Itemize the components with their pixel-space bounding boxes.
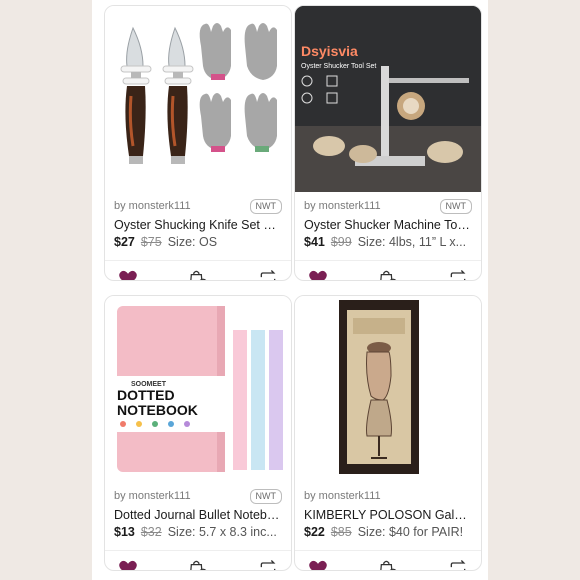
- original-price: $99: [330, 235, 352, 249]
- product-photo: [339, 300, 419, 474]
- listing-price: $13: [114, 525, 135, 539]
- share-loop-icon[interactable]: [257, 267, 279, 280]
- heart-icon[interactable]: [117, 267, 139, 280]
- share-loop-icon[interactable]: [257, 557, 279, 570]
- seller-name[interactable]: by monsterk111: [114, 490, 191, 502]
- subtitle-text: Oyster Shucker Tool Set: [301, 63, 376, 70]
- nwt-badge: NWT: [249, 198, 282, 214]
- listing-image-notebook[interactable]: SOOMEET DOTTED NOTEBOOK: [105, 296, 291, 482]
- product-photo: [120, 23, 277, 164]
- notebook-title-line1: DOTTED: [117, 387, 175, 403]
- listing-image-oyster-machine[interactable]: Dsyisvia Oyster Shucker Tool Set: [295, 6, 481, 192]
- heart-icon[interactable]: [307, 267, 329, 280]
- product-photo: SOOMEET DOTTED NOTEBOOK: [113, 306, 283, 472]
- listing-title[interactable]: KIMBERLY POLOSON Galerie...: [304, 508, 472, 525]
- shopping-bag-plus-icon[interactable]: [187, 557, 209, 570]
- listing-card[interactable]: by monsterk111 NWT Oyster Shucking Knife…: [104, 5, 292, 281]
- product-photo: Dsyisvia Oyster Shucker Tool Set: [295, 6, 481, 192]
- seller-name[interactable]: by monsterk111: [304, 490, 381, 502]
- original-price: $32: [140, 525, 162, 539]
- heart-icon[interactable]: [307, 557, 329, 570]
- heart-icon[interactable]: [117, 557, 139, 570]
- listing-price: $27: [114, 235, 135, 249]
- listing-image-framed-art[interactable]: [295, 296, 481, 482]
- listing-title[interactable]: Oyster Shucker Machine Tool...: [304, 218, 472, 235]
- seller-name[interactable]: by monsterk111: [114, 200, 191, 212]
- listing-size: Size: OS: [167, 235, 218, 249]
- shopping-bag-plus-icon[interactable]: [187, 267, 209, 280]
- share-loop-icon[interactable]: [447, 267, 469, 280]
- listing-price: $22: [304, 525, 325, 539]
- shopping-bag-plus-icon[interactable]: [377, 557, 399, 570]
- listing-size: Size: 4lbs, 11” L x...: [357, 235, 467, 249]
- listing-image-knives-gloves[interactable]: [105, 6, 291, 192]
- nwt-badge: NWT: [249, 488, 282, 504]
- listing-card[interactable]: by monsterk111 KIMBERLY POLOSON Galerie.…: [294, 295, 482, 571]
- brand-text: Dsyisvia: [301, 43, 358, 59]
- original-price: $85: [330, 525, 352, 539]
- listing-title[interactable]: Oyster Shucking Knife Set of 2: [114, 218, 282, 235]
- notebook-title-line2: NOTEBOOK: [117, 402, 198, 418]
- listing-title[interactable]: Dotted Journal Bullet Notebo...: [114, 508, 282, 525]
- original-price: $75: [140, 235, 162, 249]
- seller-name[interactable]: by monsterk111: [304, 200, 381, 212]
- nwt-badge: NWT: [439, 198, 472, 214]
- listing-size: Size: $40 for PAIR!: [357, 525, 464, 539]
- listing-size: Size: 5.7 x 8.3 inc...: [167, 525, 277, 539]
- listing-card[interactable]: Dsyisvia Oyster Shucker Tool Set by mons…: [294, 5, 482, 281]
- shopping-bag-plus-icon[interactable]: [377, 267, 399, 280]
- listing-card[interactable]: SOOMEET DOTTED NOTEBOOK by monsterk111 N…: [104, 295, 292, 571]
- share-loop-icon[interactable]: [447, 557, 469, 570]
- listing-price: $41: [304, 235, 325, 249]
- listing-grid: by monsterk111 NWT Oyster Shucking Knife…: [92, 0, 488, 580]
